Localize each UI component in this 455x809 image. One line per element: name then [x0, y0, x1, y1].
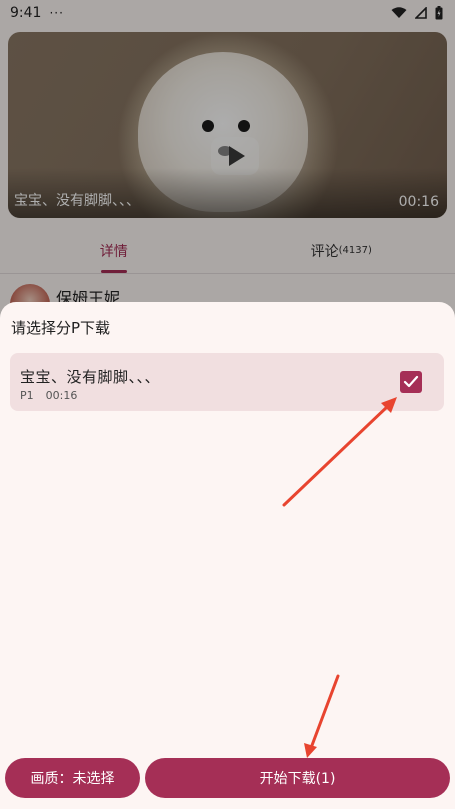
start-download-button[interactable]: 开始下载(1): [145, 758, 450, 798]
check-icon: [403, 375, 419, 388]
episode-title: 宝宝、没有脚脚、、、: [20, 368, 161, 386]
quality-button[interactable]: 画质：未选择: [5, 758, 140, 798]
episode-meta: P1 00:16: [20, 389, 77, 402]
episode-duration: 00:16: [45, 389, 78, 402]
episode-item[interactable]: 宝宝、没有脚脚、、、 P1 00:16: [10, 353, 444, 411]
episode-checkbox[interactable]: [400, 371, 422, 393]
episode-part: P1: [20, 389, 34, 402]
download-sheet: 请选择分P下载 宝宝、没有脚脚、、、 P1 00:16 画质：未选择 开始下载(1…: [0, 302, 455, 809]
sheet-title: 请选择分P下载: [11, 319, 111, 337]
